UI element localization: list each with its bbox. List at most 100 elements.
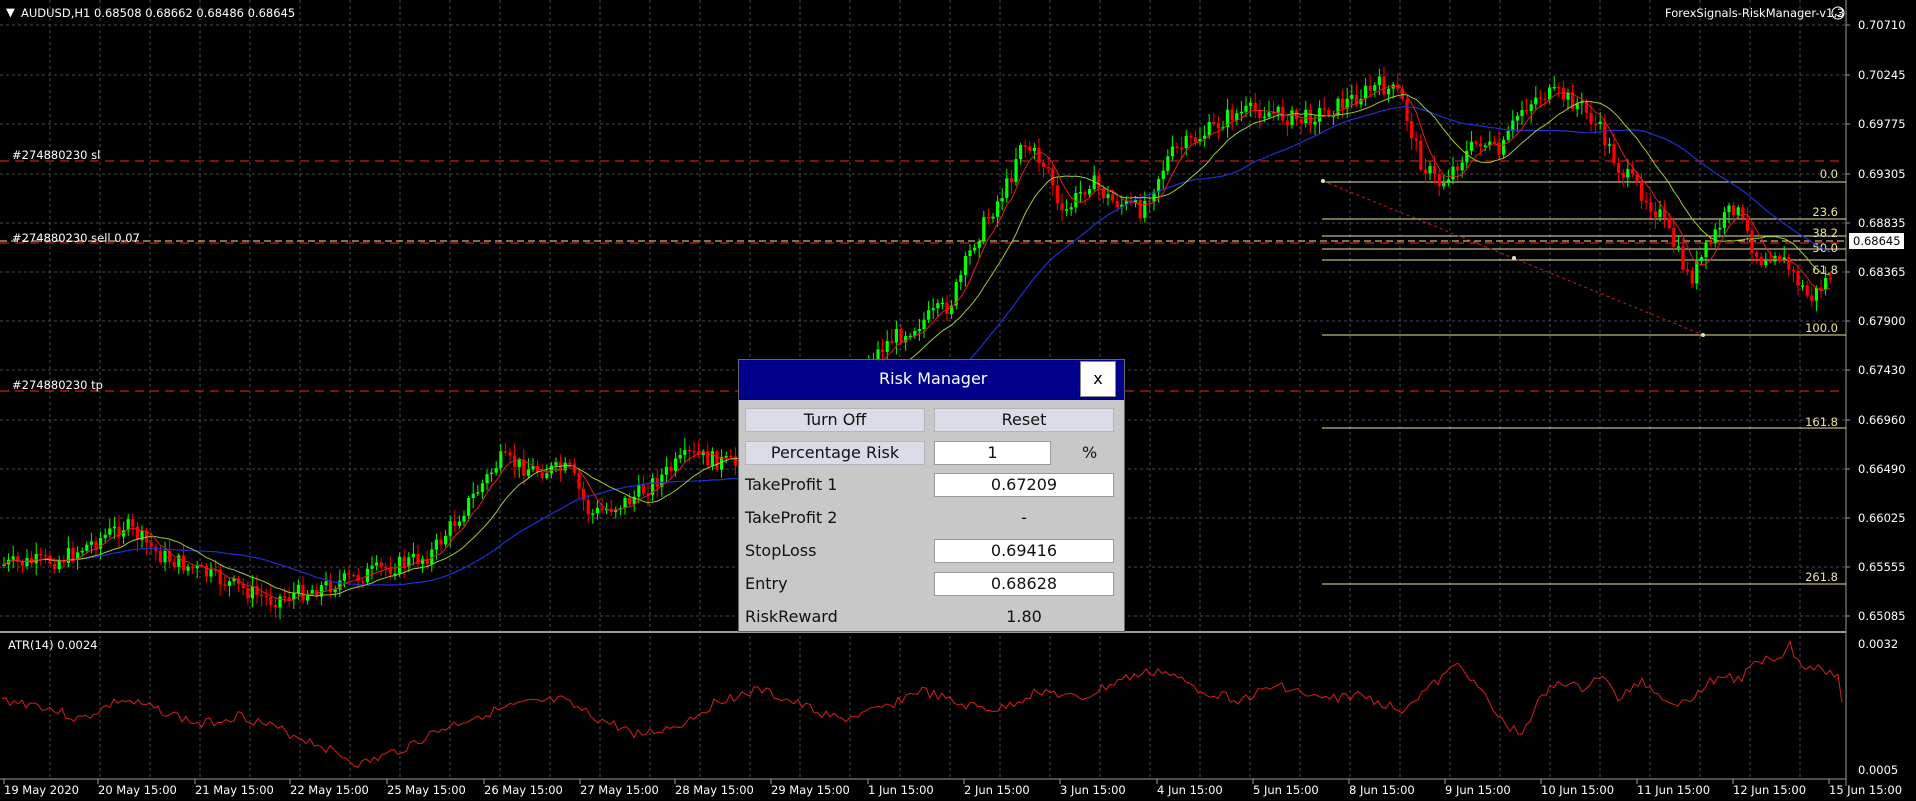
candle-body bbox=[1548, 87, 1552, 100]
candle-body bbox=[480, 483, 484, 493]
fibo-level-label: 23.6 bbox=[1812, 205, 1838, 219]
tp2-label: TakeProfit 2 bbox=[745, 508, 838, 527]
candle-body bbox=[540, 472, 544, 479]
risk-value-input[interactable]: 1 bbox=[934, 441, 1051, 465]
candle-body bbox=[1640, 181, 1644, 201]
candle-body bbox=[1157, 179, 1161, 192]
candle-body bbox=[388, 568, 392, 574]
turn-off-button[interactable]: Turn Off bbox=[745, 408, 925, 432]
candle-body bbox=[1451, 166, 1455, 180]
candle-body bbox=[545, 473, 549, 479]
candle-body bbox=[881, 349, 885, 352]
candle-body bbox=[1023, 145, 1027, 147]
candle-body bbox=[591, 513, 595, 515]
candle-body bbox=[1009, 178, 1013, 183]
candle-body bbox=[1290, 110, 1294, 126]
candle-body bbox=[572, 463, 576, 473]
candle-body bbox=[1019, 145, 1023, 160]
risk-manager-titlebar[interactable]: Risk Manager x bbox=[739, 360, 1124, 400]
candle-body bbox=[342, 573, 346, 581]
candle-body bbox=[1474, 142, 1478, 144]
candle-body bbox=[503, 451, 507, 453]
candle-body bbox=[1502, 139, 1506, 155]
candle-body bbox=[945, 302, 949, 314]
candle-body bbox=[1262, 116, 1266, 119]
time-tick-label: 28 May 15:00 bbox=[675, 783, 754, 797]
candle-body bbox=[25, 557, 29, 566]
candle-body bbox=[1304, 109, 1308, 124]
candle-body bbox=[347, 573, 351, 575]
candle-body bbox=[1709, 242, 1713, 244]
candle-body bbox=[1722, 212, 1726, 228]
candle-body bbox=[991, 216, 995, 219]
close-button[interactable]: x bbox=[1080, 361, 1116, 397]
candle-body bbox=[1433, 166, 1437, 174]
candle-body bbox=[1111, 194, 1115, 201]
candle-body bbox=[89, 541, 93, 545]
stoploss-field[interactable]: 0.69416 bbox=[934, 539, 1114, 563]
candle-body bbox=[1055, 185, 1059, 204]
percentage-risk-button[interactable]: Percentage Risk bbox=[745, 441, 925, 465]
candle-body bbox=[278, 596, 282, 608]
candle-body bbox=[246, 588, 250, 599]
candle-body bbox=[940, 302, 944, 305]
candle-body bbox=[1465, 150, 1469, 163]
entry-field[interactable]: 0.68628 bbox=[934, 572, 1114, 596]
candle-body bbox=[1690, 270, 1694, 284]
reset-button[interactable]: Reset bbox=[934, 408, 1114, 432]
candle-body bbox=[1106, 194, 1110, 199]
entry-label: Entry bbox=[745, 574, 788, 593]
candle-body bbox=[1341, 98, 1345, 109]
candle-body bbox=[1805, 285, 1809, 296]
candle-body bbox=[494, 468, 498, 473]
atr-axis-top: 0.0032 bbox=[1858, 637, 1898, 651]
candle-body bbox=[411, 553, 415, 558]
candle-body bbox=[1617, 162, 1621, 173]
candle-body bbox=[448, 521, 452, 536]
sl-line-label: #274880230 sl bbox=[12, 148, 100, 162]
candle-body bbox=[1796, 270, 1800, 286]
header-marker[interactable]: ▼ bbox=[6, 5, 15, 19]
time-tick-label: 12 Jun 15:00 bbox=[1733, 783, 1806, 797]
indicator-name: ForexSignals-RiskManager-v1.3 bbox=[1665, 6, 1844, 20]
fibo-anchor-point bbox=[1321, 179, 1325, 183]
tp1-field[interactable]: 0.67209 bbox=[934, 473, 1114, 497]
candle-body bbox=[710, 451, 714, 466]
candle-body bbox=[1230, 109, 1234, 121]
candle-body bbox=[457, 521, 461, 526]
candle-body bbox=[356, 574, 360, 581]
candle-body bbox=[34, 553, 38, 564]
candle-body bbox=[554, 462, 558, 466]
candle-body bbox=[1704, 242, 1708, 258]
price-tick-label: 0.69775 bbox=[1858, 117, 1906, 131]
time-tick-label: 15 Jun 15:00 bbox=[1829, 783, 1902, 797]
atr-axis-bottom: 0.0005 bbox=[1858, 763, 1898, 777]
candle-body bbox=[674, 458, 678, 471]
candle-body bbox=[522, 459, 526, 476]
candle-body bbox=[600, 507, 604, 510]
candle-body bbox=[94, 541, 98, 549]
time-tick-label: 25 May 15:00 bbox=[387, 783, 466, 797]
candle-body bbox=[1506, 130, 1510, 140]
candle-body bbox=[1216, 122, 1220, 128]
candle-body bbox=[1051, 168, 1055, 186]
candle-body bbox=[1557, 86, 1561, 89]
candle-body bbox=[439, 539, 443, 545]
symbol-header: AUDUSD,H1 0.68508 0.68662 0.68486 0.6864… bbox=[21, 6, 295, 20]
candle-body bbox=[669, 466, 673, 471]
candle-body bbox=[1069, 207, 1073, 210]
candle-body bbox=[1308, 109, 1312, 125]
candle-body bbox=[53, 563, 57, 570]
candle-body bbox=[1828, 277, 1832, 280]
candle-body bbox=[1515, 116, 1519, 121]
candle-body bbox=[986, 217, 990, 219]
candle-body bbox=[71, 547, 75, 560]
price-tick-label: 0.66960 bbox=[1858, 413, 1906, 427]
candle-body bbox=[1267, 112, 1271, 117]
candle-body bbox=[1239, 111, 1243, 114]
tp1-label: TakeProfit 1 bbox=[745, 475, 838, 494]
candle-body bbox=[922, 319, 926, 330]
candle-body bbox=[1276, 106, 1280, 113]
candle-body bbox=[890, 340, 894, 343]
entry-line-label: #274880230 sell 0.07 bbox=[12, 231, 140, 245]
